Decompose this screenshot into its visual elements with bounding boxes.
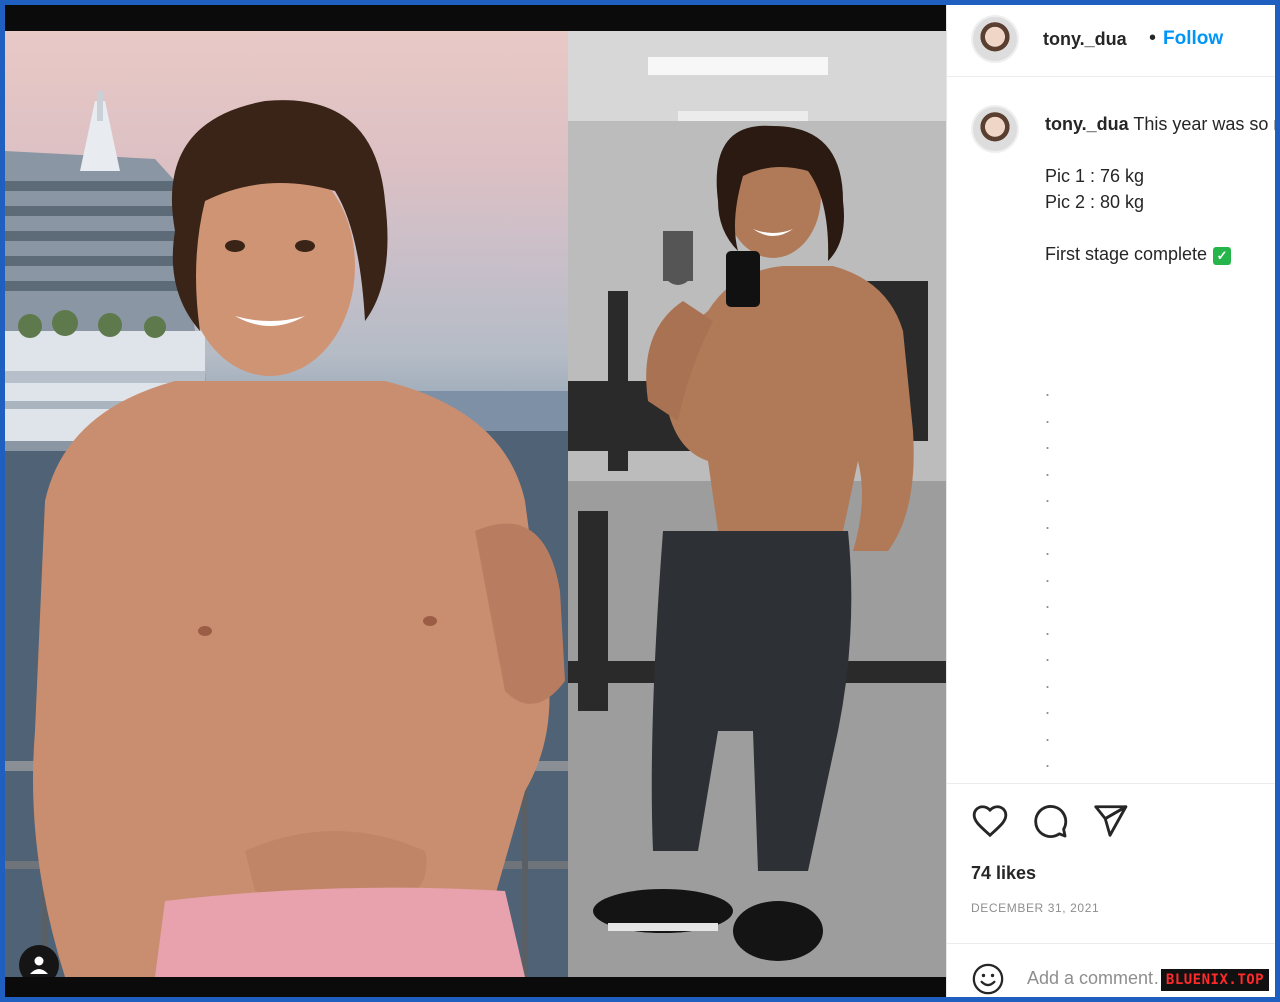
caption-section: tony._dua This year was so rewarding… Pi… [947, 77, 1275, 777]
before-photo [5, 31, 568, 977]
caption-dot: . [1045, 433, 1051, 453]
caption-dot: . [1045, 698, 1051, 718]
caption-dot: . [1045, 486, 1051, 506]
emoji-icon[interactable] [971, 962, 1005, 996]
caption-avatar[interactable] [971, 105, 1019, 153]
caption-username[interactable]: tony._dua [1045, 114, 1129, 134]
caption-dot: . [1045, 751, 1051, 771]
follow-button[interactable]: Follow [1163, 28, 1223, 50]
caption-line-1: This year was so rewarding… [1133, 114, 1275, 134]
caption-dot: . [1045, 380, 1051, 400]
caption-dot: . [1045, 512, 1051, 533]
post-actions [947, 783, 1275, 863]
caption-line-4: First stage complete [1045, 244, 1208, 264]
caption-dot: . [1045, 406, 1051, 427]
post-media[interactable] [5, 5, 946, 997]
heart-icon[interactable] [971, 802, 1009, 840]
watermark-label: BLUENIX.TOP [1161, 969, 1269, 991]
author-avatar[interactable] [971, 15, 1019, 63]
caption-dot: . [1045, 775, 1050, 778]
caption-text: tony._dua This year was so rewarding… Pi… [1045, 111, 1275, 267]
caption-line-3: Pic 2 : 80 kg [1045, 192, 1145, 212]
user-silhouette-icon [30, 956, 48, 974]
post-sidebar: tony._dua • Follow tony._dua This year w… [946, 5, 1275, 997]
media-bottom-bar [5, 977, 946, 997]
caption-dot: . [1045, 592, 1051, 612]
comment-bubble-icon[interactable] [1031, 802, 1069, 840]
post-date[interactable]: DECEMBER 31, 2021 [971, 901, 1099, 915]
caption-line-2: Pic 1 : 76 kg [1045, 166, 1145, 186]
media-top-bar [5, 5, 946, 31]
after-photo-illustration [568, 31, 946, 977]
author-username[interactable]: tony._dua [1043, 29, 1127, 50]
caption-dot: . [1045, 618, 1051, 639]
caption-dot: . [1045, 645, 1051, 665]
caption-dot: . [1045, 539, 1051, 559]
paper-plane-icon[interactable] [1091, 802, 1129, 840]
caption-dot: . [1045, 565, 1051, 586]
screenshot-frame: tony._dua • Follow tony._dua This year w… [0, 0, 1280, 1002]
check-mark-icon: ✓ [1213, 247, 1232, 265]
likes-count[interactable]: 74 likes [971, 863, 1036, 884]
caption-dot: . [1045, 671, 1051, 692]
user-tag-icon[interactable] [19, 945, 59, 977]
header-separator: • [1149, 27, 1157, 49]
after-photo [568, 31, 946, 977]
before-photo-illustration [5, 91, 568, 977]
caption-dot: . [1045, 459, 1051, 480]
caption-dots: . . . . . . . . . . . . . . . . . . [1045, 377, 1050, 777]
caption-dot: . [1045, 724, 1051, 745]
post-header: tony._dua • Follow [947, 5, 1275, 77]
